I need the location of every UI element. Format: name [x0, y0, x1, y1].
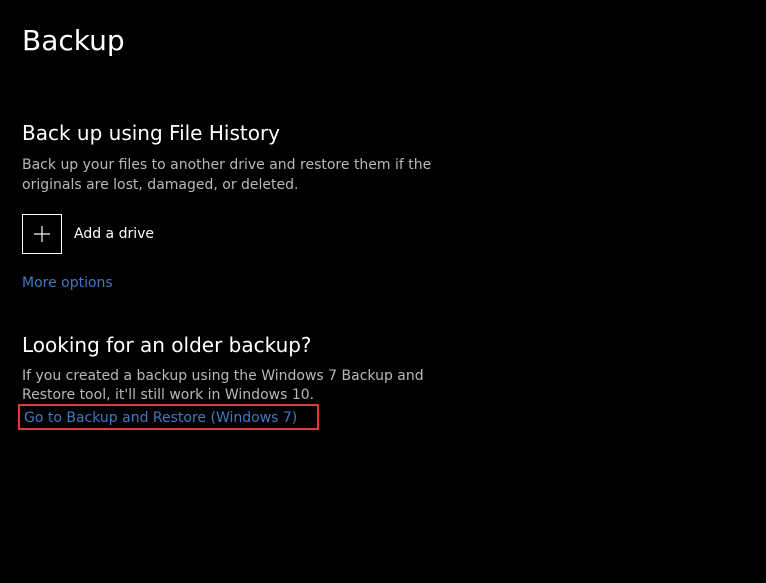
file-history-title: Back up using File History: [22, 121, 744, 145]
add-drive-label: Add a drive: [74, 226, 154, 242]
backup-restore-win7-link[interactable]: Go to Backup and Restore (Windows 7): [24, 410, 297, 426]
page-title: Backup: [22, 24, 744, 57]
older-backup-description: If you created a backup using the Window…: [22, 367, 472, 406]
add-drive-button[interactable]: Add a drive: [22, 214, 154, 254]
plus-icon: [22, 214, 62, 254]
file-history-description: Back up your files to another drive and …: [22, 155, 482, 196]
highlight-annotation: Go to Backup and Restore (Windows 7): [18, 404, 319, 430]
older-backup-title: Looking for an older backup?: [22, 333, 744, 357]
more-options-link[interactable]: More options: [22, 275, 113, 291]
